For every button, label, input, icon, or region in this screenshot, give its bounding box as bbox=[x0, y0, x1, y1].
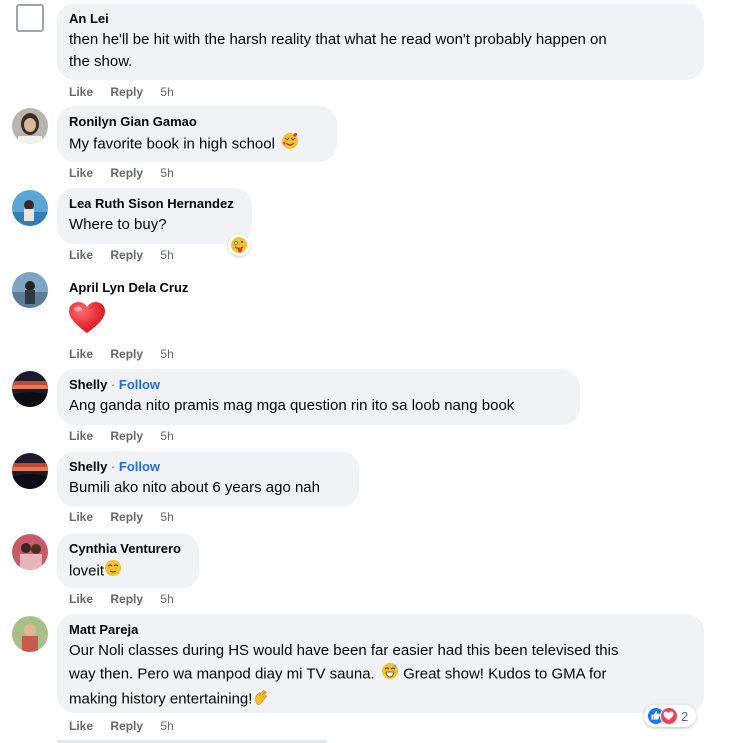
avatar-placeholder[interactable] bbox=[16, 4, 44, 32]
avatar[interactable] bbox=[12, 272, 48, 308]
comment-text: then he'll be hit with the harsh reality… bbox=[69, 31, 607, 70]
follow-link[interactable]: Follow bbox=[119, 377, 160, 392]
reaction-count: 2 bbox=[681, 708, 689, 724]
comment-actions: Like Reply 5h bbox=[69, 347, 188, 361]
commenter-name[interactable]: An Lei bbox=[69, 11, 692, 27]
reply-link[interactable]: Reply bbox=[110, 248, 143, 262]
commenter-name-line: Shelly · Follow bbox=[69, 459, 161, 474]
comment-actions: Like Reply 5h bbox=[69, 166, 188, 180]
like-link[interactable]: Like bbox=[69, 85, 93, 99]
comment-actions: Like Reply 5h bbox=[69, 85, 188, 99]
comment-bubble: Shelly · Follow Ang ganda nito pramis ma… bbox=[57, 369, 580, 425]
reply-link[interactable]: Reply bbox=[110, 347, 143, 361]
love-icon bbox=[660, 707, 678, 725]
avatar[interactable] bbox=[12, 534, 48, 570]
comment-actions: Like Reply 5h bbox=[69, 248, 188, 262]
commenter-name[interactable]: Matt Pareja bbox=[69, 622, 692, 638]
like-link[interactable]: Like bbox=[69, 429, 93, 443]
comment-bubble: An Lei then he'll be hit with the harsh … bbox=[57, 3, 704, 80]
like-link[interactable]: Like bbox=[69, 510, 93, 524]
like-link[interactable]: Like bbox=[69, 719, 93, 733]
comment-text: My favorite book in high school bbox=[69, 132, 325, 157]
timestamp[interactable]: 5h bbox=[160, 166, 173, 180]
comment-bubble: Ronilyn Gian Gamao My favorite book in h… bbox=[57, 106, 337, 162]
comment-text: Where to buy? bbox=[69, 216, 167, 233]
avatar[interactable] bbox=[12, 190, 48, 226]
timestamp[interactable]: 5h bbox=[160, 85, 173, 99]
grinning-sweat-emoji-icon bbox=[381, 662, 399, 687]
commenter-name[interactable]: Cynthia Venturero bbox=[69, 541, 187, 557]
timestamp[interactable]: 5h bbox=[160, 510, 173, 524]
timestamp[interactable]: 5h bbox=[160, 429, 173, 443]
like-link[interactable]: Like bbox=[69, 166, 93, 180]
like-link[interactable]: Like bbox=[69, 248, 93, 262]
heart-emoji-icon bbox=[68, 301, 106, 340]
comment-actions: Like Reply 5h bbox=[69, 510, 188, 524]
comment-text: Bumili ako nito about 6 years ago nah bbox=[69, 479, 320, 496]
comment-actions: Like Reply 5h bbox=[69, 429, 188, 443]
reply-link[interactable]: Reply bbox=[110, 166, 143, 180]
commenter-name[interactable]: April Lyn Dela Cruz bbox=[69, 280, 188, 296]
comment-text: Our Noli classes during HS would have be… bbox=[69, 640, 692, 712]
commenter-name[interactable]: Lea Ruth Sison Hernandez bbox=[69, 196, 240, 212]
reaction-summary[interactable]: 2 bbox=[644, 705, 697, 727]
timestamp[interactable]: 5h bbox=[160, 347, 173, 361]
avatar[interactable] bbox=[12, 616, 48, 652]
like-link[interactable]: Like bbox=[69, 592, 93, 606]
timestamp[interactable]: 5h bbox=[160, 719, 173, 733]
timestamp[interactable]: 5h bbox=[160, 248, 173, 262]
comment-text: Ang ganda nito pramis mag mga question r… bbox=[69, 397, 515, 414]
comment-bubble: Cynthia Venturero loveit bbox=[57, 533, 199, 589]
avatar[interactable] bbox=[12, 371, 48, 407]
comment-bubble: Lea Ruth Sison Hernandez Where to buy? bbox=[57, 188, 252, 244]
timestamp[interactable]: 5h bbox=[160, 592, 173, 606]
smiling-hearts-emoji-icon bbox=[281, 132, 299, 157]
ok-hand-emoji-icon bbox=[252, 687, 270, 712]
reply-link[interactable]: Reply bbox=[110, 85, 143, 99]
commenter-name[interactable]: Shelly bbox=[69, 377, 107, 392]
avatar[interactable] bbox=[12, 453, 48, 489]
reply-link[interactable]: Reply bbox=[110, 719, 143, 733]
reply-link[interactable]: Reply bbox=[110, 510, 143, 524]
comment-bubble: Shelly · Follow Bumili ako nito about 6 … bbox=[57, 451, 359, 507]
commenter-name[interactable]: Shelly bbox=[69, 459, 107, 474]
reply-link[interactable]: Reply bbox=[110, 592, 143, 606]
comment-actions: Like Reply 5h bbox=[69, 592, 188, 606]
commenter-name-line: Shelly · Follow bbox=[69, 377, 161, 392]
reply-link[interactable]: Reply bbox=[110, 429, 143, 443]
follow-link[interactable]: Follow bbox=[119, 459, 160, 474]
like-link[interactable]: Like bbox=[69, 347, 93, 361]
comment-bubble: Matt Pareja Our Noli classes during HS w… bbox=[57, 614, 704, 713]
relieved-face-emoji-icon bbox=[104, 559, 122, 584]
comment-actions: Like Reply 5h bbox=[69, 719, 188, 733]
zany-face-reaction-icon[interactable] bbox=[228, 234, 250, 256]
comment-text: loveit bbox=[69, 559, 187, 584]
avatar[interactable] bbox=[12, 108, 48, 144]
commenter-name[interactable]: Ronilyn Gian Gamao bbox=[69, 114, 325, 130]
